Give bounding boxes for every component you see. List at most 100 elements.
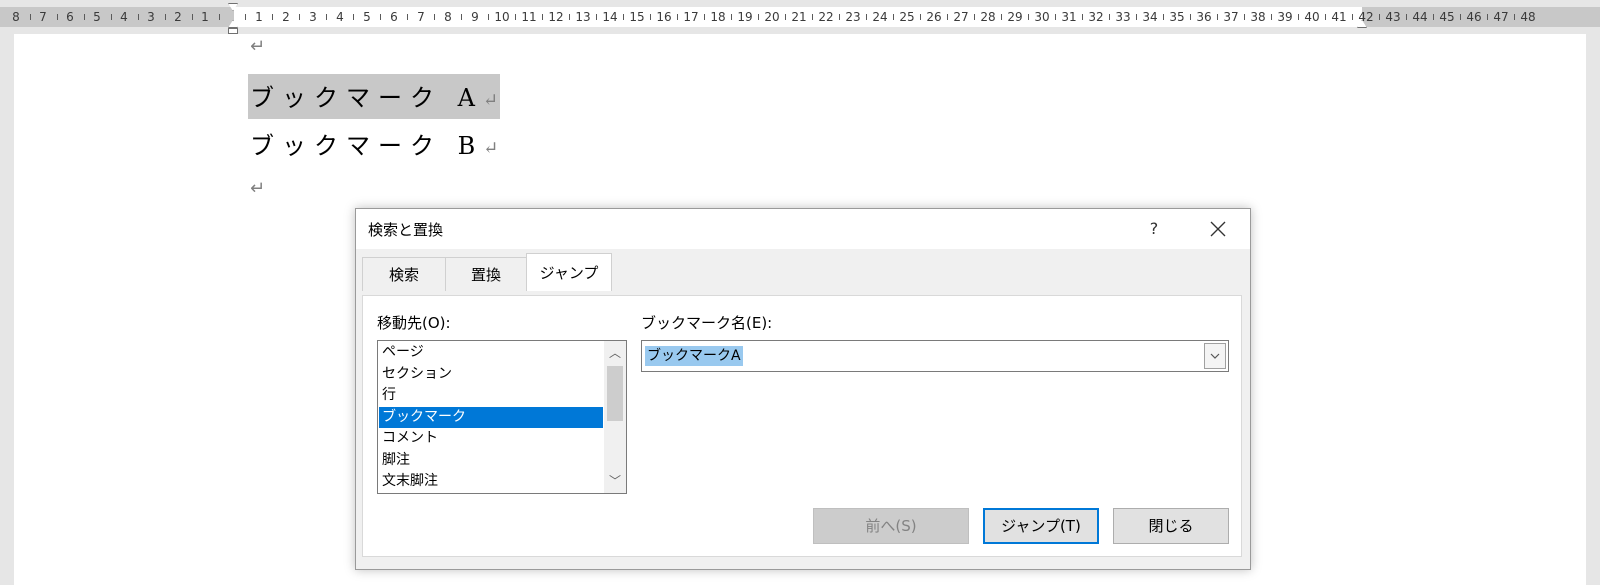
ruler-tick: [434, 14, 435, 20]
ruler-number: 46: [1466, 10, 1482, 24]
ruler-number: 8: [12, 10, 20, 24]
ruler-number: 11: [521, 10, 537, 24]
find-replace-dialog: 検索と置換 ? 検索 置換 ジャンプ 移動先(O): ページ セクション行ブックマ…: [355, 208, 1251, 570]
ruler-tick: [1001, 14, 1002, 20]
ruler-tick: [1352, 14, 1353, 20]
bookmark-b-text: ブックマーク B: [250, 132, 484, 160]
ruler-number: 9: [471, 10, 479, 24]
ruler-tick: [947, 14, 948, 20]
goto-button[interactable]: ジャンプ(T): [983, 508, 1099, 544]
ruler-tick: [785, 14, 786, 20]
ruler-tick: [650, 14, 651, 20]
ruler-tick: [623, 14, 624, 20]
bookmark-name-value[interactable]: ブックマークA: [645, 346, 743, 366]
ruler-tick: [1298, 14, 1299, 20]
paragraph-mark: ↵: [482, 90, 499, 111]
ruler-number: 17: [683, 10, 699, 24]
ruler-number: 43: [1385, 10, 1401, 24]
ruler-number: 48: [1520, 10, 1536, 24]
goto-list-item[interactable]: ページ: [379, 342, 603, 363]
ruler-tick: [839, 14, 840, 20]
ruler-number: 6: [66, 10, 74, 24]
close-icon[interactable]: [1194, 213, 1242, 245]
listbox-scrollbar[interactable]: ︿ ﹀: [604, 341, 626, 493]
ruler-number: 8: [444, 10, 452, 24]
close-button[interactable]: 閉じる: [1113, 508, 1229, 544]
ruler-tick: [812, 14, 813, 20]
paragraph-mark: ↵: [250, 178, 266, 199]
ruler-tick: [1028, 14, 1029, 20]
tab-find[interactable]: 検索: [362, 257, 446, 291]
ruler-tick: [974, 14, 975, 20]
ruler-number: 45: [1439, 10, 1455, 24]
paragraph-mark: ↵: [483, 138, 499, 159]
ruler-tick: [1487, 14, 1488, 20]
goto-what-listbox[interactable]: ページ セクション行ブックマーク コメント 脚注 文末脚注 ︿ ﹀: [377, 340, 627, 494]
goto-list-item[interactable]: コメント: [379, 428, 603, 449]
ruler-number: 42: [1358, 10, 1374, 24]
ruler-number: 23: [845, 10, 861, 24]
ruler-number: 31: [1061, 10, 1077, 24]
ruler-number: 41: [1331, 10, 1347, 24]
ruler-tick: [272, 14, 273, 20]
ruler-number: 27: [953, 10, 969, 24]
ruler-tick: [677, 14, 678, 20]
ruler-number: 21: [791, 10, 807, 24]
ruler-tick: [1190, 14, 1191, 20]
ruler-number: 37: [1223, 10, 1239, 24]
goto-list-item[interactable]: 文末脚注: [379, 471, 603, 492]
tab-goto[interactable]: ジャンプ: [526, 253, 612, 291]
ruler-tick: [1109, 14, 1110, 20]
bookmark-a-text: ブックマーク A: [250, 84, 483, 112]
ruler-tick: [920, 14, 921, 20]
dialog-titlebar[interactable]: 検索と置換 ?: [356, 209, 1250, 249]
bookmark-name-combobox[interactable]: ブックマークA: [641, 340, 1229, 372]
bookmark-a-line[interactable]: ブックマーク A↵: [248, 74, 501, 119]
bookmark-b-line[interactable]: ブックマーク B↵: [250, 126, 498, 161]
ruler-number: 2: [174, 10, 182, 24]
ruler-number: 13: [575, 10, 591, 24]
ruler-tick: [866, 14, 867, 20]
ruler-tick: [1514, 14, 1515, 20]
ruler-number: 19: [737, 10, 753, 24]
ruler-number: 3: [147, 10, 155, 24]
ruler-number: 35: [1169, 10, 1185, 24]
chevron-down-icon[interactable]: [1204, 343, 1226, 369]
ruler-number: 40: [1304, 10, 1320, 24]
help-button[interactable]: ?: [1136, 215, 1172, 243]
scroll-thumb[interactable]: [607, 366, 623, 421]
ruler-tick: [758, 14, 759, 20]
ruler-number: 24: [872, 10, 888, 24]
ruler-tick: [299, 14, 300, 20]
tab-replace[interactable]: 置換: [445, 257, 527, 291]
previous-button[interactable]: 前へ(S): [813, 508, 969, 544]
ruler-number: 20: [764, 10, 780, 24]
ruler-tick: [1406, 14, 1407, 20]
ruler-number: 5: [363, 10, 371, 24]
ruler-number: 1: [255, 10, 263, 24]
ruler-number: 7: [39, 10, 47, 24]
ruler-tick: [326, 14, 327, 20]
ruler-number: 47: [1493, 10, 1509, 24]
ruler-number: 16: [656, 10, 672, 24]
goto-list-item[interactable]: 脚注: [379, 450, 603, 471]
ruler-number: 33: [1115, 10, 1131, 24]
ruler-tick: [461, 14, 462, 20]
ruler-tick: [1379, 14, 1380, 20]
scroll-up-icon[interactable]: ︿: [604, 343, 626, 363]
goto-tab-panel: 移動先(O): ページ セクション行ブックマーク コメント 脚注 文末脚注 ︿ ﹀ ブッ…: [362, 295, 1242, 557]
goto-list-item[interactable]: ブックマーク: [379, 406, 603, 428]
scroll-down-icon[interactable]: ﹀: [604, 471, 626, 491]
ruler-tick: [1325, 14, 1326, 20]
goto-list-item[interactable]: 行: [379, 385, 603, 406]
horizontal-ruler[interactable]: 8 7 6 5 4 3 2 1 1 2 3 4 5 6 7 8 9 10 11 12 13 14 15 16 17 18 19 20 2…: [0, 0, 1600, 34]
ruler-number: 28: [980, 10, 996, 24]
goto-list-item[interactable]: セクション: [379, 364, 603, 385]
ruler-number: 22: [818, 10, 834, 24]
ruler-tick: [704, 14, 705, 20]
ruler-tick: [245, 14, 246, 20]
ruler-number: 12: [548, 10, 564, 24]
ruler-number: 2: [282, 10, 290, 24]
ruler-tick: [1163, 14, 1164, 20]
ruler-tick: [596, 14, 597, 20]
